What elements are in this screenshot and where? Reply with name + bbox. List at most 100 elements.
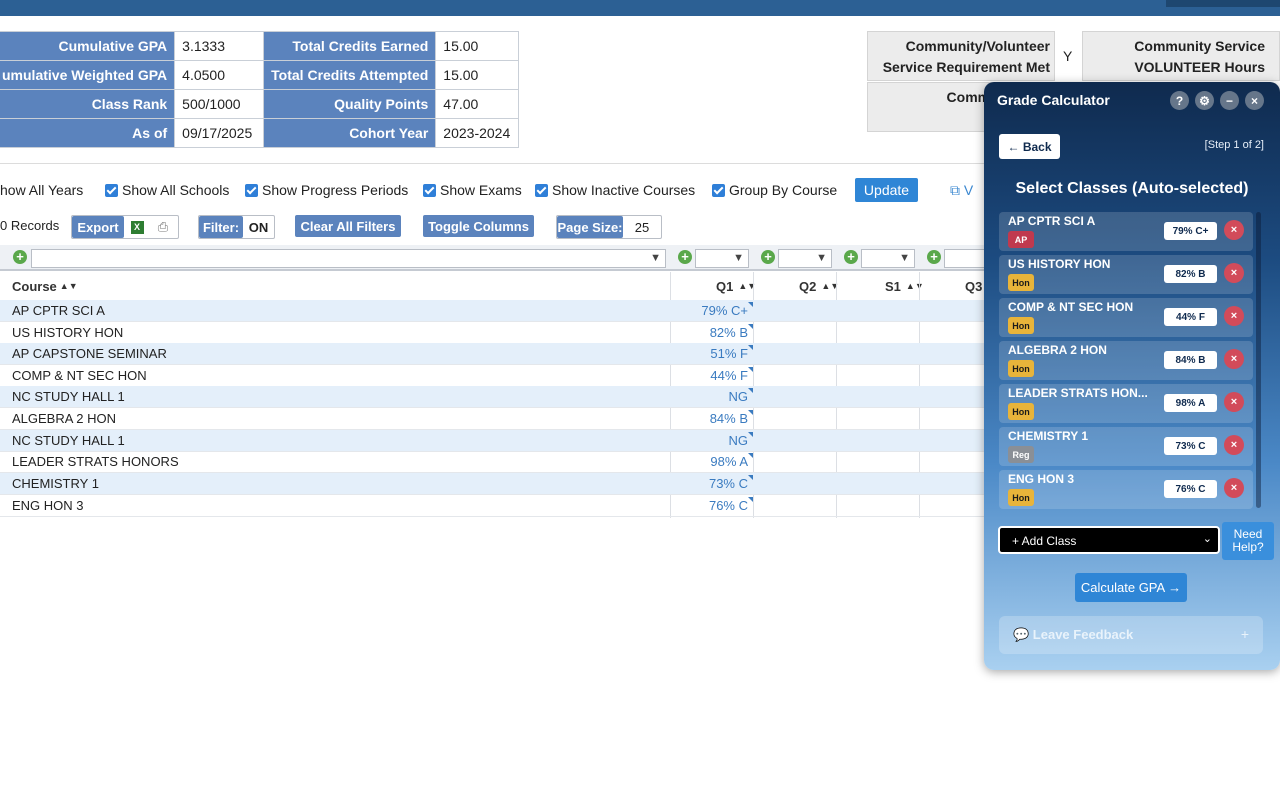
page-size-label: Page Size: xyxy=(557,216,623,238)
table-row[interactable]: NC STUDY HALL 1 NG xyxy=(0,430,990,452)
table-row[interactable]: CHEMISTRY 1 73% C xyxy=(0,473,990,495)
show-inactive-courses-option[interactable]: Show Inactive Courses xyxy=(535,182,695,198)
q1-grade-link[interactable]: 79% C+ xyxy=(701,302,753,318)
back-button[interactable]: ← Back xyxy=(999,134,1060,159)
q2-filter-select[interactable]: ▼ xyxy=(778,249,832,268)
leave-feedback-section[interactable]: 💬 Leave Feedback + xyxy=(999,616,1263,654)
clear-all-filters-button[interactable]: Clear All Filters xyxy=(295,215,401,237)
s1-filter-select[interactable]: ▼ xyxy=(861,249,915,268)
remove-class-icon[interactable]: × xyxy=(1224,306,1244,326)
class-grade[interactable]: 84% B xyxy=(1164,351,1217,369)
add-filter-icon[interactable]: + xyxy=(13,250,27,264)
table-row[interactable]: COMP & NT SEC HON 44% F xyxy=(0,365,990,387)
table-row[interactable]: AP CPTR SCI A 79% C+ xyxy=(0,300,990,322)
q1-filter-select[interactable]: ▼ xyxy=(695,249,749,268)
credits-attempted-value: 15.00 xyxy=(435,60,520,90)
show-progress-periods-option[interactable]: Show Progress Periods xyxy=(245,182,408,198)
q1-column-header[interactable]: Q1 ▲▼ xyxy=(716,272,756,300)
weighted-gpa-label: umulative Weighted GPA xyxy=(0,60,176,90)
remove-class-icon[interactable]: × xyxy=(1224,435,1244,455)
credits-attempted-label: Total Credits Attempted xyxy=(263,60,437,90)
add-filter-icon[interactable]: + xyxy=(761,250,775,264)
q2-header-label: Q2 xyxy=(799,278,817,294)
export-button[interactable]: Export xyxy=(72,216,124,238)
community-requirement-value: Y xyxy=(1063,48,1073,64)
gear-icon[interactable]: ⚙ xyxy=(1195,91,1214,110)
remove-class-icon[interactable]: × xyxy=(1224,263,1244,283)
add-filter-icon[interactable]: + xyxy=(927,250,941,264)
page-size-control[interactable]: Page Size: 25 xyxy=(556,215,662,239)
table-row[interactable]: NC STUDY HALL 1 NG xyxy=(0,386,990,408)
show-all-schools-option[interactable]: Show All Schools xyxy=(105,182,229,198)
remove-class-icon[interactable]: × xyxy=(1224,220,1244,240)
course-column-header[interactable]: Course ▲▼ xyxy=(12,272,78,300)
dropdown-arrow-icon: ▼ xyxy=(733,252,744,264)
checkbox-icon[interactable] xyxy=(105,183,118,197)
table-row[interactable]: ALGEBRA 2 HON 84% B xyxy=(0,408,990,430)
need-help-button[interactable]: Need Help? xyxy=(1222,522,1274,560)
volunteer-hours-label: Community Service VOLUNTEER Hours xyxy=(1082,31,1280,81)
q1-grade-link[interactable]: 84% B xyxy=(710,410,754,426)
select-classes-heading: Select Classes (Auto-selected) xyxy=(1015,180,1249,197)
page-size-value[interactable]: 25 xyxy=(623,216,661,238)
q1-grade-link[interactable]: NG xyxy=(729,432,753,448)
group-by-course-label: Group By Course xyxy=(729,182,838,198)
calculate-gpa-button[interactable]: Calculate GPA → xyxy=(1075,573,1187,602)
filter-toggle[interactable]: Filter: ON xyxy=(198,215,275,239)
close-icon[interactable]: × xyxy=(1245,91,1264,110)
class-grade[interactable]: 73% C xyxy=(1164,437,1217,455)
print-icon[interactable]: ⎙ xyxy=(150,216,176,238)
q3-column-header[interactable]: Q3 xyxy=(965,272,982,300)
q1-grade-link[interactable]: 82% B xyxy=(710,324,754,340)
remove-class-icon[interactable]: × xyxy=(1224,349,1244,369)
group-by-course-option[interactable]: Group By Course xyxy=(712,182,837,198)
add-filter-icon[interactable]: + xyxy=(678,250,692,264)
class-grade[interactable]: 82% B xyxy=(1164,265,1217,283)
toggle-columns-button[interactable]: Toggle Columns xyxy=(423,215,534,237)
minimize-icon[interactable]: − xyxy=(1220,91,1239,110)
q1-grade-link[interactable]: NG xyxy=(729,388,753,404)
table-row[interactable]: LEADER STRATS HONORS 98% A xyxy=(0,451,990,473)
add-class-select[interactable]: + Add Class ⌄ xyxy=(998,526,1220,554)
top-nav-button[interactable] xyxy=(1166,0,1280,7)
remove-class-icon[interactable]: × xyxy=(1224,478,1244,498)
class-grade[interactable]: 76% C xyxy=(1164,480,1217,498)
sort-icon: ▲▼ xyxy=(905,281,924,291)
checkbox-icon[interactable] xyxy=(712,183,725,197)
add-filter-icon[interactable]: + xyxy=(844,250,858,264)
s1-column-header[interactable]: S1 ▲▼ xyxy=(885,272,924,300)
course-cell: US HISTORY HON xyxy=(12,325,124,340)
cohort-year-value: 2023-2024 xyxy=(435,118,520,148)
q1-grade-link[interactable]: 44% F xyxy=(710,367,753,383)
checkbox-icon[interactable] xyxy=(245,183,258,197)
class-rank-label: Class Rank xyxy=(0,89,176,119)
q2-column-header[interactable]: Q2 ▲▼ xyxy=(799,272,839,300)
class-item: LEADER STRATS HON... Hon 98% A × xyxy=(999,384,1253,423)
table-row[interactable]: US HISTORY HON 82% B xyxy=(0,322,990,344)
cohort-year-label: Cohort Year xyxy=(263,118,437,148)
table-row[interactable]: ENG HON 3 76% C xyxy=(0,495,990,517)
q1-grade-link[interactable]: 76% C xyxy=(709,497,754,513)
quality-points-label: Quality Points xyxy=(263,89,437,119)
expand-icon[interactable]: + xyxy=(1241,626,1249,642)
checkbox-icon[interactable] xyxy=(535,183,548,197)
checkbox-icon[interactable] xyxy=(423,183,436,197)
excel-icon[interactable]: X xyxy=(124,216,150,238)
table-row[interactable]: AP CAPSTONE SEMINAR 51% F xyxy=(0,343,990,365)
show-all-years-option[interactable]: how All Years xyxy=(0,182,83,198)
show-exams-option[interactable]: Show Exams xyxy=(423,182,522,198)
update-button[interactable]: Update xyxy=(855,178,918,202)
class-grade[interactable]: 79% C+ xyxy=(1164,222,1217,240)
course-filter-select[interactable]: ▼ xyxy=(31,249,666,268)
class-grade[interactable]: 44% F xyxy=(1164,308,1217,326)
q1-grade-link[interactable]: 98% A xyxy=(710,453,753,469)
class-item: AP CPTR SCI A AP 79% C+ × xyxy=(999,212,1253,251)
view-link[interactable]: ⧉ V xyxy=(950,182,973,199)
class-list-scrollbar[interactable] xyxy=(1256,212,1261,508)
remove-class-icon[interactable]: × xyxy=(1224,392,1244,412)
help-icon[interactable]: ? xyxy=(1170,91,1189,110)
class-grade[interactable]: 98% A xyxy=(1164,394,1217,412)
q1-grade-link[interactable]: 73% C xyxy=(709,475,754,491)
quality-points-value: 47.00 xyxy=(435,89,520,119)
q1-grade-link[interactable]: 51% F xyxy=(710,345,753,361)
